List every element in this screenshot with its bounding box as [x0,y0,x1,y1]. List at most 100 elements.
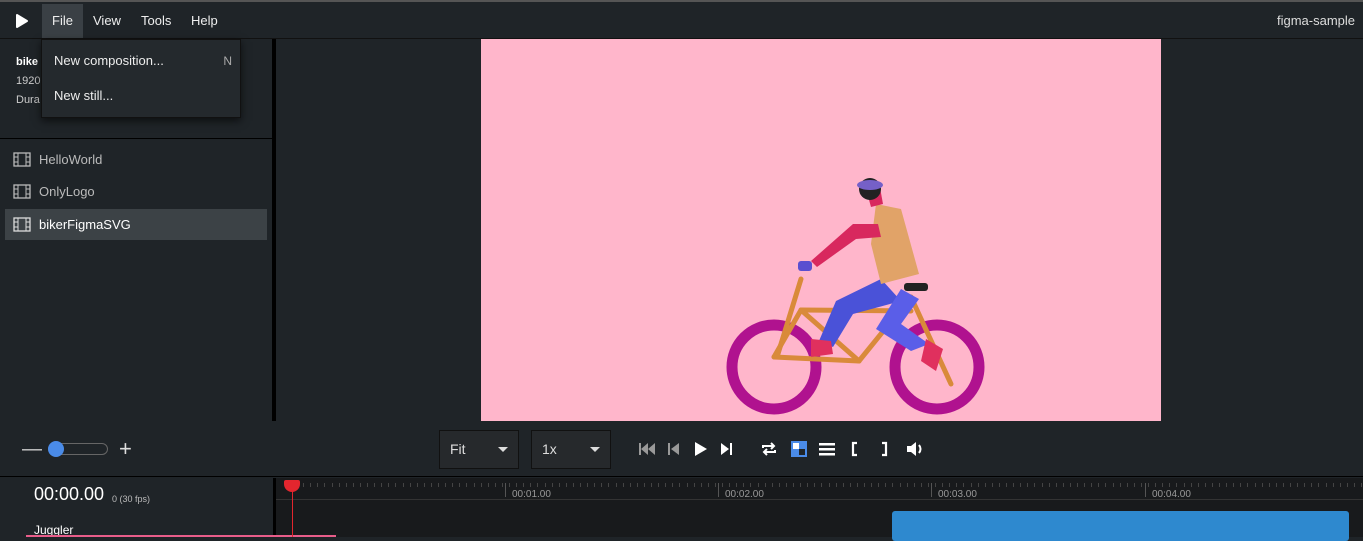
zoom-slider-knob[interactable] [48,441,64,457]
minor-tick [998,483,1000,487]
minor-tick [1226,483,1228,487]
minor-tick [1219,483,1220,487]
minor-tick [651,483,652,487]
minor-tick [800,483,802,487]
minor-tick [1261,483,1263,487]
minor-tick [1325,483,1327,487]
minor-tick [331,483,333,487]
minor-tick [338,483,340,487]
preview-area [276,39,1363,421]
minor-tick [629,483,631,487]
minor-tick [757,483,759,487]
minor-tick [438,483,439,487]
menu-tools[interactable]: Tools [131,4,181,38]
minor-tick [778,483,780,487]
tick-label: 00:04.00 [1152,489,1191,500]
composition-item-label: HelloWorld [39,152,103,167]
checkerboard-icon[interactable] [789,439,809,459]
minor-tick [1105,483,1107,487]
playback-rate-select[interactable]: 1x [531,430,611,469]
step-forward-icon[interactable] [716,439,736,459]
minor-tick [935,483,936,487]
minor-tick [1297,483,1299,487]
menu-file[interactable]: File [42,4,83,38]
timeline-ruler[interactable]: 00:01.00 00:02.00 00:03.00 00:04.00 [276,478,1363,500]
minor-tick [537,483,539,487]
minor-tick [501,483,503,487]
minor-tick [785,483,787,487]
timeline: 00:00.00 0 (30 fps) Juggler 00:01.00 00:… [0,478,1363,541]
minor-tick [864,483,865,487]
zoom-select[interactable]: Fit [439,430,519,469]
minor-tick [480,483,482,487]
minor-tick [1346,483,1348,487]
minor-tick [1211,483,1213,487]
minor-tick [1020,483,1022,487]
volume-icon[interactable] [905,439,925,459]
minor-tick [736,483,738,487]
play-icon[interactable] [690,439,710,459]
menu-help[interactable]: Help [181,4,228,38]
composition-info-duration: Dura [16,94,40,106]
composition-item-label: bikerFigmaSVG [39,217,131,232]
minor-tick [558,483,560,487]
minor-tick [523,483,525,487]
film-icon [13,217,31,232]
tick-label: 00:02.00 [725,489,764,500]
minor-tick [1133,483,1135,487]
file-menu-dropdown: New composition... N New still... [41,39,241,118]
out-point-icon[interactable] [873,439,893,459]
jump-to-start-icon[interactable] [637,439,657,459]
composition-item-bikerfigmasvg[interactable]: bikerFigmaSVG [5,209,267,240]
menu-item-new-composition[interactable]: New composition... N [42,44,240,78]
in-point-icon[interactable] [846,439,866,459]
menu-view[interactable]: View [83,4,131,38]
minor-tick [608,483,610,487]
minor-tick [388,483,390,487]
minor-tick [991,483,993,487]
menu-item-label: New still... [54,88,114,103]
timeline-toggle-icon[interactable] [817,439,837,459]
minor-tick [359,483,361,487]
zoom-in-button[interactable]: + [119,438,132,460]
minor-tick [1204,483,1206,487]
minor-tick [1304,483,1306,487]
menubar: File View Tools Help figma-sample [0,0,1363,39]
minor-tick [920,483,922,487]
minor-tick [885,483,887,487]
minor-tick [430,483,432,487]
minor-tick [487,483,489,487]
minor-tick [580,483,581,487]
minor-tick [551,483,553,487]
tick-line [931,483,932,497]
composition-item-helloworld[interactable]: HelloWorld [5,144,267,175]
zoom-out-button[interactable]: — [22,439,42,459]
minor-tick [367,483,368,487]
frame-info: 0 (30 fps) [112,494,151,504]
menu-item-new-still[interactable]: New still... [42,79,240,113]
tick-label: 00:01.00 [512,489,551,500]
minor-tick [1013,483,1015,487]
minor-tick [878,483,880,487]
minor-tick [828,483,830,487]
loop-icon[interactable] [759,439,779,459]
minor-tick [1197,483,1199,487]
minor-tick [1282,483,1284,487]
minor-tick [913,483,915,487]
step-back-icon[interactable] [664,439,684,459]
tick-line [1145,483,1146,497]
minor-tick [963,483,965,487]
minor-tick [665,483,667,487]
minor-tick [409,483,411,487]
minor-tick [423,483,425,487]
composition-item-onlylogo[interactable]: OnlyLogo [5,176,267,207]
minor-tick [842,483,844,487]
minor-tick [1268,483,1270,487]
timeline-header: 00:00.00 0 (30 fps) Juggler [0,478,273,537]
minor-tick [1318,483,1320,487]
minor-tick [693,483,695,487]
composition-info: bike 1920 Dura [16,53,40,110]
minor-tick [658,483,660,487]
tick-line [718,483,719,497]
minor-tick [1091,483,1093,487]
